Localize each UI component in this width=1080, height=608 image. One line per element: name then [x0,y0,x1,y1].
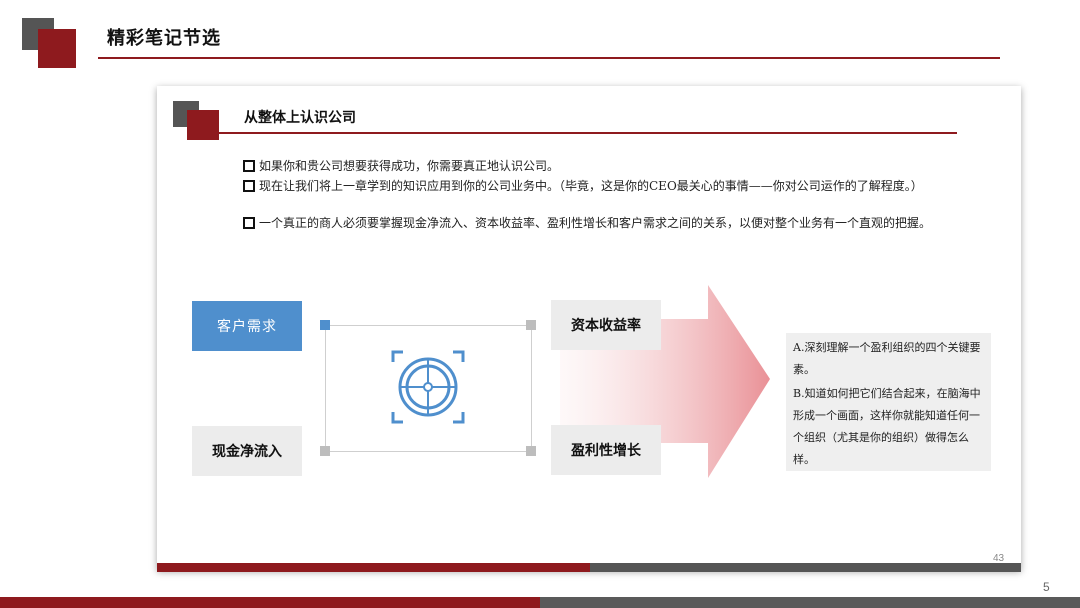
slide-page-number: 5 [1043,580,1050,594]
bullet-item: 如果你和贵公司想要获得成功，你需要真正地认识公司。 [243,156,963,176]
profitable-growth-box: 盈利性增长 [551,425,661,475]
card-footer-bar-red [157,563,590,572]
logo-square-red [38,29,76,68]
section-divider [219,132,957,134]
notes-box: A.深刻理解一个盈利组织的四个关键要素。 B.知道如何把它们结合起来，在脑海中形… [786,333,991,471]
frame-handle [320,446,330,456]
frame-handle [320,320,330,330]
frame-handle [526,320,536,330]
slide-footer-bar-grey [540,597,1080,608]
bullet-text: 现在让我们将上一章学到的知识应用到你的公司业务中。（毕竟，这是你的CEO最关心的… [259,179,923,193]
customer-demand-box: 客户需求 [192,301,302,351]
header-divider [98,57,1000,59]
bullet-item: 一个真正的商人必须要掌握现金净流入、资本收益率、盈利性增长和客户需求之间的关系，… [243,213,963,233]
section-logo-red [187,110,219,140]
bullet-text: 一个真正的商人必须要掌握现金净流入、资本收益率、盈利性增长和客户需求之间的关系，… [259,216,932,230]
checkbox-bullet-icon [243,160,255,172]
bullet-text: 如果你和贵公司想要获得成功，你需要真正地认识公司。 [259,159,560,173]
bullet-item: 现在让我们将上一章学到的知识应用到你的公司业务中。（毕竟，这是你的CEO最关心的… [243,176,963,196]
card-footer-bar-grey [590,563,1021,572]
page-title: 精彩笔记节选 [107,28,221,49]
checkbox-bullet-icon [243,180,255,192]
cash-inflow-box: 现金净流入 [192,426,302,476]
section-title: 从整体上认识公司 [244,110,356,126]
target-icon [391,350,465,424]
frame-handle [526,446,536,456]
note-text: B.知道如何把它们结合起来，在脑海中形成一个画面，这样你就能知道任何一个组织（尤… [793,387,981,466]
return-on-capital-box: 资本收益率 [551,300,661,350]
checkbox-bullet-icon [243,217,255,229]
note-text: A.深刻理解一个盈利组织的四个关键要素。 [793,341,981,376]
slide-footer-bar-red [0,597,540,608]
